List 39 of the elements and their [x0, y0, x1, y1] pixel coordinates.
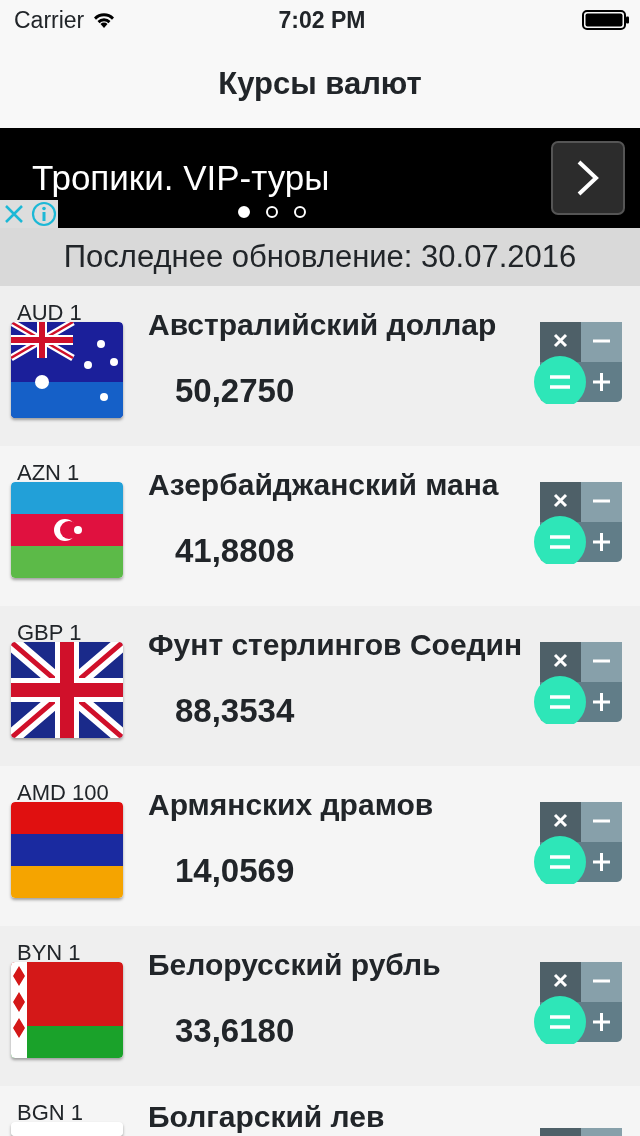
currency-name: Фунт стерлингов Соедин: [148, 627, 523, 663]
battery-icon: [582, 10, 630, 30]
carrier-label: Carrier: [14, 5, 85, 35]
exchange-rate: 33,6180: [175, 1011, 295, 1051]
flag-icon: [11, 962, 123, 1058]
page-dot[interactable]: [266, 206, 278, 218]
currency-code: BGN 1: [17, 1099, 84, 1127]
calculator-button[interactable]: [534, 802, 622, 884]
calculator-button[interactable]: [534, 642, 622, 724]
currency-name: Белорусский рубль: [148, 947, 441, 983]
exchange-rate: 50,2750: [175, 371, 295, 411]
currency-code: GBP 1: [17, 619, 82, 647]
flag-icon: [11, 642, 123, 738]
exchange-rate: 88,3534: [175, 691, 295, 731]
exchange-rate: 14,0569: [175, 851, 295, 891]
chevron-right-icon: [576, 159, 600, 197]
wifi-icon: [92, 11, 117, 29]
calculator-button[interactable]: [534, 962, 622, 1044]
currency-code: AZN 1: [17, 459, 80, 487]
screen-title: Курсы валют: [218, 64, 422, 103]
currency-code: AUD 1: [17, 299, 82, 327]
time-label: 7:02 PM: [278, 5, 366, 35]
currency-name: Австралийский доллар: [148, 307, 497, 343]
currency-name: Армянских драмов: [148, 787, 434, 823]
page-dot[interactable]: [294, 206, 306, 218]
flag-icon: [11, 482, 123, 578]
currency-code: BYN 1: [17, 939, 81, 967]
currency-name: Болгарский лев: [148, 1099, 385, 1135]
calculator-button[interactable]: [534, 322, 622, 404]
update-label: Последнее обновление: 30.07.2016: [63, 237, 577, 276]
ad-text: Тропики. VIP-туры: [32, 157, 330, 199]
page-dot[interactable]: [238, 206, 250, 218]
flag-icon: [11, 322, 123, 418]
calculator-button[interactable]: [534, 482, 622, 564]
currency-code: AMD 100: [17, 779, 109, 807]
exchange-rate: 41,8808: [175, 531, 295, 571]
currency-name: Азербайджанский мана: [148, 467, 499, 503]
next-button[interactable]: [551, 141, 625, 215]
flag-icon: [11, 802, 123, 898]
